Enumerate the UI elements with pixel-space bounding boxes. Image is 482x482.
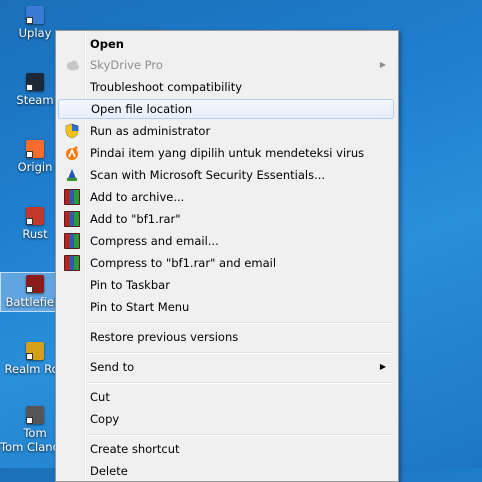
menu-item-mse-scan[interactable]: Scan with Microsoft Security Essentials.… bbox=[58, 165, 394, 185]
menu-separator bbox=[88, 382, 392, 384]
menu-item-skydrive-pro[interactable]: SkyDrive Pro ▶ bbox=[58, 55, 394, 75]
menu-item-label: Send to bbox=[90, 360, 135, 374]
winrar-icon bbox=[64, 233, 80, 249]
steam-icon bbox=[26, 73, 44, 91]
menu-item-label: Pin to Taskbar bbox=[90, 278, 170, 292]
winrar-icon bbox=[64, 255, 80, 271]
menu-item-label: Add to "bf1.rar" bbox=[90, 212, 181, 226]
context-menu: Open SkyDrive Pro ▶ Troubleshoot compati… bbox=[55, 30, 399, 482]
mse-icon bbox=[64, 167, 80, 183]
menu-item-compress-email[interactable]: Compress and email... bbox=[58, 231, 394, 251]
menu-item-label: Compress to "bf1.rar" and email bbox=[90, 256, 277, 270]
menu-item-label: Cut bbox=[90, 390, 110, 404]
winrar-icon bbox=[64, 211, 80, 227]
avast-icon bbox=[64, 145, 80, 161]
menu-item-pin-taskbar[interactable]: Pin to Taskbar bbox=[58, 275, 394, 295]
submenu-arrow-icon: ▶ bbox=[379, 362, 386, 371]
uac-shield-icon bbox=[64, 123, 80, 139]
menu-item-pin-start[interactable]: Pin to Start Menu bbox=[58, 297, 394, 317]
menu-item-label: Copy bbox=[90, 412, 120, 426]
menu-item-open[interactable]: Open bbox=[58, 34, 394, 54]
menu-item-label: Compress and email... bbox=[90, 234, 219, 248]
menu-item-label: Open bbox=[90, 37, 124, 51]
menu-item-label: Pindai item yang dipilih untuk mendeteks… bbox=[90, 146, 365, 160]
menu-item-label: Troubleshoot compatibility bbox=[90, 80, 243, 94]
menu-item-label: Scan with Microsoft Security Essentials.… bbox=[90, 168, 326, 182]
menu-item-label: Restore previous versions bbox=[90, 330, 239, 344]
menu-item-label: Add to archive... bbox=[90, 190, 185, 204]
menu-item-label: Pin to Start Menu bbox=[90, 300, 190, 314]
realm-royale-icon bbox=[26, 342, 44, 360]
menu-item-run-as-admin[interactable]: Run as administrator bbox=[58, 121, 394, 141]
skydrive-icon bbox=[64, 57, 80, 73]
menu-item-label: Create shortcut bbox=[90, 442, 180, 456]
menu-item-add-to-rar[interactable]: Add to "bf1.rar" bbox=[58, 209, 394, 229]
menu-item-label: Run as administrator bbox=[90, 124, 211, 138]
submenu-arrow-icon: ▶ bbox=[379, 60, 386, 69]
rust-icon bbox=[26, 207, 44, 225]
menu-separator bbox=[88, 322, 392, 324]
menu-separator bbox=[88, 434, 392, 436]
menu-item-label: Open file location bbox=[91, 102, 193, 116]
menu-item-compress-rar-email[interactable]: Compress to "bf1.rar" and email bbox=[58, 253, 394, 273]
tom-clancys-icon bbox=[26, 406, 44, 424]
winrar-icon bbox=[64, 189, 80, 205]
menu-item-delete[interactable]: Delete bbox=[58, 461, 394, 481]
menu-item-cut[interactable]: Cut bbox=[58, 387, 394, 407]
menu-item-troubleshoot[interactable]: Troubleshoot compatibility bbox=[58, 77, 394, 97]
menu-item-add-to-archive[interactable]: Add to archive... bbox=[58, 187, 394, 207]
menu-item-label: Delete bbox=[90, 464, 128, 478]
menu-separator bbox=[88, 352, 392, 354]
menu-item-create-shortcut[interactable]: Create shortcut bbox=[58, 439, 394, 459]
uplay-icon bbox=[26, 6, 44, 24]
origin-icon bbox=[26, 140, 44, 158]
menu-item-send-to[interactable]: Send to ▶ bbox=[58, 357, 394, 377]
menu-item-copy[interactable]: Copy bbox=[58, 409, 394, 429]
menu-item-avast-scan[interactable]: Pindai item yang dipilih untuk mendeteks… bbox=[58, 143, 394, 163]
menu-item-label: SkyDrive Pro bbox=[90, 58, 163, 72]
menu-item-restore-versions[interactable]: Restore previous versions bbox=[58, 327, 394, 347]
battlefield-icon bbox=[26, 275, 44, 293]
menu-item-open-file-location[interactable]: Open file location bbox=[58, 99, 394, 119]
